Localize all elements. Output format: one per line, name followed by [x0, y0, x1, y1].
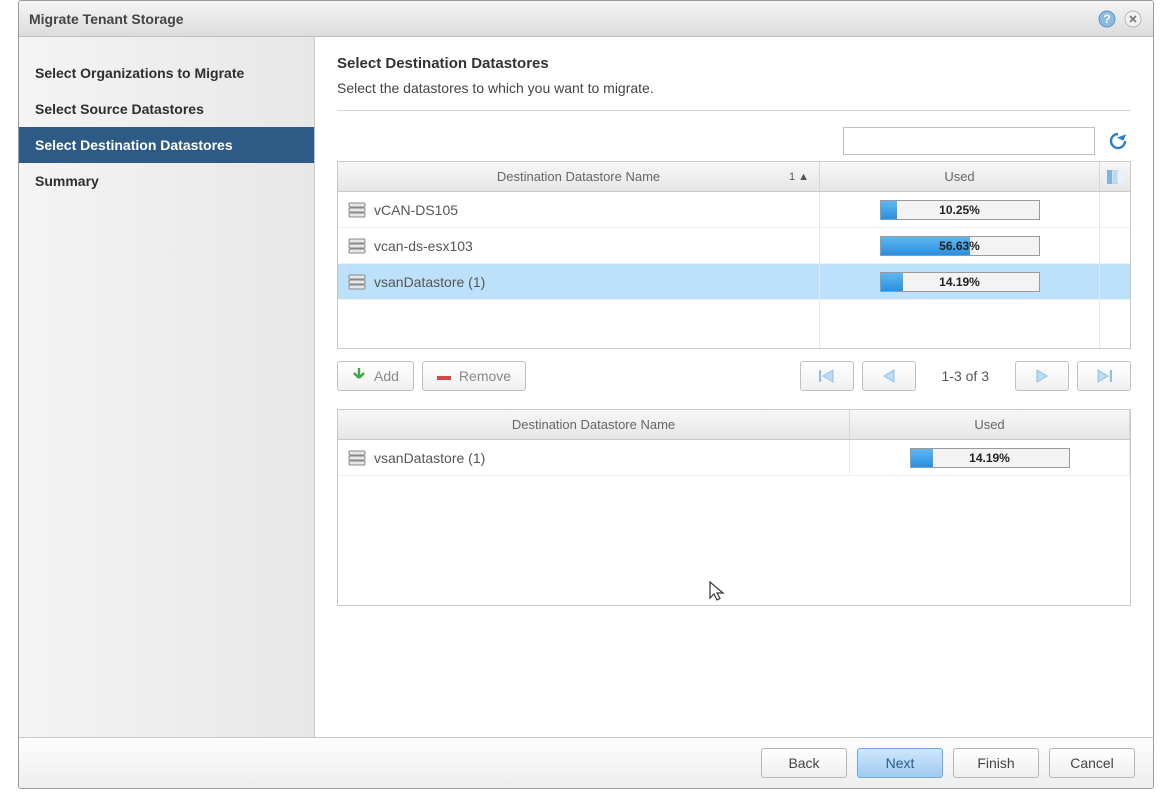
datastore-name: vsanDatastore (1) — [374, 450, 485, 466]
sidebar-item-label: Select Destination Datastores — [35, 137, 233, 153]
column-header-used[interactable]: Used — [850, 410, 1130, 439]
used-percent: 56.63% — [939, 239, 980, 253]
column-picker-icon[interactable] — [1100, 162, 1130, 191]
svg-text:?: ? — [1103, 12, 1110, 26]
back-button[interactable]: Back — [761, 748, 847, 778]
arrow-down-add-icon — [352, 366, 366, 387]
page-subtitle: Select the datastores to which you want … — [337, 80, 1131, 111]
sidebar-item-select-organizations[interactable]: Select Organizations to Migrate — [19, 55, 314, 91]
datastore-icon — [348, 202, 366, 218]
table-row[interactable]: vcan-ds-esx103 56.63% — [338, 228, 1130, 264]
used-progress: 10.25% — [880, 200, 1040, 220]
cursor-icon — [708, 580, 728, 605]
refresh-icon[interactable] — [1105, 128, 1131, 154]
sidebar-item-select-destination-datastores[interactable]: Select Destination Datastores — [19, 127, 314, 163]
page-indicator: 1-3 of 3 — [924, 368, 1007, 384]
grid-toolbar: Add Remove 1-3 of 3 — [337, 361, 1131, 391]
datastore-name: vcan-ds-esx103 — [374, 238, 473, 254]
remove-button-label: Remove — [459, 368, 511, 384]
used-percent: 14.19% — [969, 451, 1010, 465]
used-percent: 10.25% — [939, 203, 980, 217]
remove-button[interactable]: Remove — [422, 361, 526, 391]
datastore-icon — [348, 274, 366, 290]
last-page-button[interactable] — [1077, 361, 1131, 391]
grid-header: Destination Datastore Name Used — [338, 410, 1130, 440]
finish-button[interactable]: Finish — [953, 748, 1039, 778]
sort-indicator-icon: 1 ▲ — [789, 171, 809, 183]
sidebar-item-select-source-datastores[interactable]: Select Source Datastores — [19, 91, 314, 127]
table-row[interactable]: vsanDatastore (1) 14.19% — [338, 264, 1130, 300]
used-progress: 14.19% — [880, 272, 1040, 292]
page-title: Select Destination Datastores — [337, 55, 1131, 72]
dialog-title: Migrate Tenant Storage — [29, 11, 1091, 27]
column-header-used[interactable]: Used — [820, 162, 1100, 191]
help-icon[interactable]: ? — [1097, 9, 1117, 29]
datastore-name: vsanDatastore (1) — [374, 274, 485, 290]
first-page-button[interactable] — [800, 361, 854, 391]
dialog-footer: Back Next Finish Cancel — [19, 737, 1153, 788]
migrate-tenant-storage-dialog: Migrate Tenant Storage ? Select Organiza… — [18, 0, 1154, 789]
filter-input[interactable] — [843, 127, 1095, 155]
column-header-name[interactable]: Destination Datastore Name — [338, 410, 850, 439]
datastore-icon — [348, 238, 366, 254]
close-icon[interactable] — [1123, 9, 1143, 29]
titlebar: Migrate Tenant Storage ? — [19, 1, 1153, 37]
sidebar-item-label: Select Organizations to Migrate — [35, 65, 244, 81]
prev-page-button[interactable] — [862, 361, 916, 391]
sidebar-item-summary[interactable]: Summary — [19, 163, 314, 199]
cancel-button[interactable]: Cancel — [1049, 748, 1135, 778]
sidebar-item-label: Summary — [35, 173, 99, 189]
used-progress: 56.63% — [880, 236, 1040, 256]
used-percent: 14.19% — [939, 275, 980, 289]
sidebar-item-label: Select Source Datastores — [35, 101, 204, 117]
add-button-label: Add — [374, 368, 399, 384]
table-row[interactable]: vCAN-DS105 10.25% — [338, 192, 1130, 228]
next-page-button[interactable] — [1015, 361, 1069, 391]
add-button[interactable]: Add — [337, 361, 414, 391]
table-row[interactable]: vsanDatastore (1) 14.19% — [338, 440, 1130, 476]
selected-datastores-grid: Destination Datastore Name Used vsanData… — [337, 409, 1131, 606]
wizard-sidebar: Select Organizations to Migrate Select S… — [19, 37, 315, 737]
minus-icon — [437, 368, 451, 384]
column-header-name[interactable]: Destination Datastore Name 1 ▲ — [338, 162, 820, 191]
datastore-name: vCAN-DS105 — [374, 202, 458, 218]
grid-header: Destination Datastore Name 1 ▲ Used — [338, 162, 1130, 192]
used-progress: 14.19% — [910, 448, 1070, 468]
available-datastores-grid: Destination Datastore Name 1 ▲ Used vCAN… — [337, 161, 1131, 349]
next-button[interactable]: Next — [857, 748, 943, 778]
datastore-icon — [348, 450, 366, 466]
